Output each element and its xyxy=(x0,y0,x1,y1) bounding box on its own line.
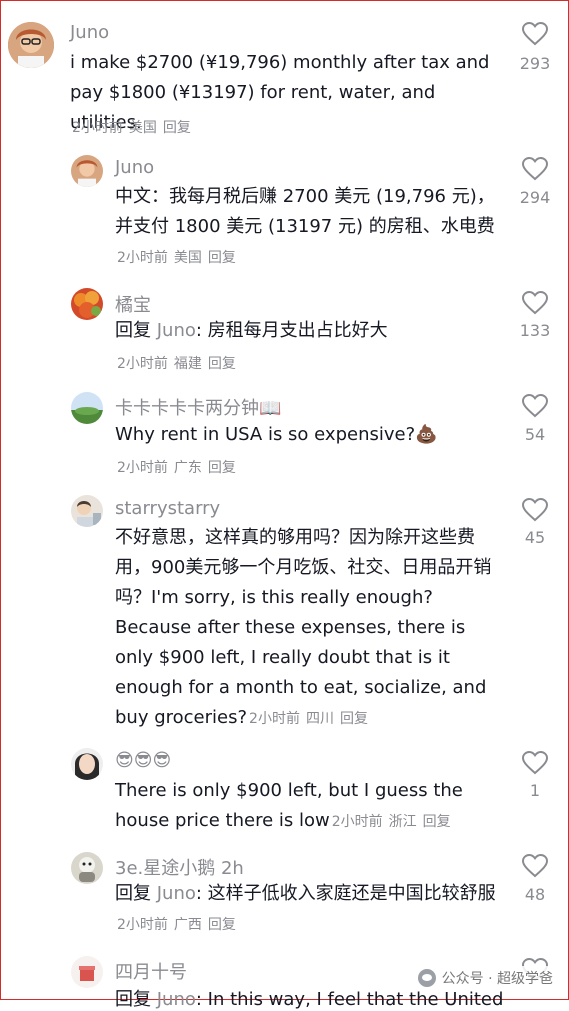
watermark: 公众号 · 超级学爸 xyxy=(413,966,557,990)
comment-meta: 2小时前 广东 回复 xyxy=(117,457,242,477)
reply-button[interactable]: 回复 xyxy=(423,814,451,830)
wechat-icon xyxy=(417,969,436,987)
avatar-image xyxy=(71,956,103,988)
avatar-image xyxy=(71,748,103,780)
comment-username[interactable]: 3e.星途小鹅 2h xyxy=(115,854,244,880)
comment-text-block: 不好意思，这样真的够用吗？因为除开这些费用，900美元够一个月吃饭、社交、日用品… xyxy=(115,523,500,734)
mention-link[interactable]: Juno xyxy=(157,320,196,341)
comment-location: 广西 xyxy=(173,917,202,933)
comment-time: 2小时前 xyxy=(117,917,168,933)
like-count: 133 xyxy=(519,321,551,340)
comment-location: 美国 xyxy=(173,250,202,266)
avatar[interactable] xyxy=(71,155,103,187)
comment-location: 美国 xyxy=(128,120,157,136)
reply-button[interactable]: 回复 xyxy=(340,711,368,727)
reply-prefix: 回复 xyxy=(115,320,151,341)
reply-button[interactable]: 回复 xyxy=(208,250,236,266)
comment-time: 2小时前 xyxy=(331,814,383,830)
heart-icon[interactable] xyxy=(522,157,548,181)
avatar[interactable] xyxy=(71,392,103,424)
comment-username[interactable]: starrystarry xyxy=(115,498,220,519)
comment-time: 2小时前 xyxy=(117,460,168,476)
comment-username[interactable]: 卡卡卡卡卡两分钟📖 xyxy=(115,394,281,420)
heart-icon[interactable] xyxy=(522,22,548,46)
comment-text: 中文：我每月税后赚 2700 美元 (19,796 元)，并支付 1800 美元… xyxy=(115,186,495,237)
heart-icon[interactable] xyxy=(522,394,548,418)
avatar[interactable] xyxy=(71,852,103,884)
like-count: 45 xyxy=(524,528,546,547)
comment-time: 2小时前 xyxy=(249,711,300,727)
like-count: 293 xyxy=(519,54,551,73)
avatar-image xyxy=(8,22,54,68)
watermark-text: 公众号 · 超级学爸 xyxy=(441,971,553,987)
avatar-image xyxy=(71,288,103,320)
comment-meta: 2小时前 四川 回复 xyxy=(249,711,374,727)
avatar[interactable] xyxy=(71,288,103,320)
comment-text: Why rent in USA is so expensive? xyxy=(115,424,416,445)
avatar[interactable] xyxy=(71,495,103,527)
comment-username[interactable]: 😎😎😎 xyxy=(115,750,171,771)
reply-button[interactable]: 回复 xyxy=(208,356,236,372)
like-count: 1 xyxy=(529,781,541,800)
poop-emoji: 💩 xyxy=(415,424,438,445)
comment-text-block: 回复 Juno: 这样子低收入家庭还是中国比较舒服2小时前 广西 回复 xyxy=(115,879,505,940)
comment-username[interactable]: Juno xyxy=(70,22,109,43)
comment-meta: 2小时前 浙江 回复 xyxy=(332,814,457,830)
avatar-image xyxy=(71,852,103,884)
avatar[interactable] xyxy=(8,22,54,68)
reply-button[interactable]: 回复 xyxy=(208,917,236,933)
avatar[interactable] xyxy=(71,748,103,780)
reply-prefix: 回复 xyxy=(115,883,151,904)
like-count: 54 xyxy=(524,425,546,444)
heart-icon[interactable] xyxy=(522,854,548,878)
comment-text-block: 中文：我每月税后赚 2700 美元 (19,796 元)，并支付 1800 美元… xyxy=(115,182,505,273)
comment-username[interactable]: 橘宝 xyxy=(115,291,151,317)
mention-link[interactable]: Juno xyxy=(157,883,196,904)
comment-meta: 2小时前 美国 回复 xyxy=(117,250,242,266)
comment-time: 2小时前 xyxy=(72,120,123,136)
comment-username[interactable]: Juno xyxy=(115,157,154,178)
comment-text: : 房租每月支出占比好大 xyxy=(195,320,388,341)
comment-text: 不好意思，这样真的够用吗？因为除开这些费用，900美元够一个月吃饭、社交、日用品… xyxy=(115,527,492,728)
comment-text-block: 回复 Juno: 房租每月支出占比好大 xyxy=(115,316,505,346)
comment-time: 2小时前 xyxy=(117,250,168,266)
like-count: 294 xyxy=(519,188,551,207)
heart-icon[interactable] xyxy=(522,291,548,315)
avatar-image xyxy=(71,155,103,187)
comment-location: 四川 xyxy=(305,711,334,727)
reply-button[interactable]: 回复 xyxy=(163,120,191,136)
avatar-image xyxy=(71,495,103,527)
reply-button[interactable]: 回复 xyxy=(208,460,236,476)
like-count: 48 xyxy=(524,885,546,904)
comment-location: 福建 xyxy=(173,356,202,372)
comment-meta: 2小时前 福建 回复 xyxy=(117,353,242,373)
heart-icon[interactable] xyxy=(522,498,548,522)
heart-icon[interactable] xyxy=(522,751,548,775)
comment-location: 广东 xyxy=(173,460,202,476)
avatar[interactable] xyxy=(71,956,103,988)
comment-text-block: Why rent in USA is so expensive?💩 xyxy=(115,420,505,450)
comment-location: 浙江 xyxy=(388,814,417,830)
comment-meta: 2小时前 美国 回复 xyxy=(72,117,197,137)
comment-text: : 这样子低收入家庭还是中国比较舒服 xyxy=(195,883,496,904)
avatar-image xyxy=(71,392,103,424)
comment-meta: 2小时前 广西 回复 xyxy=(117,917,242,933)
comment-text-block: There is only $900 left, but I guess the… xyxy=(115,776,475,837)
comment-username[interactable]: 四月十号 xyxy=(115,958,187,984)
comment-time: 2小时前 xyxy=(117,356,168,372)
